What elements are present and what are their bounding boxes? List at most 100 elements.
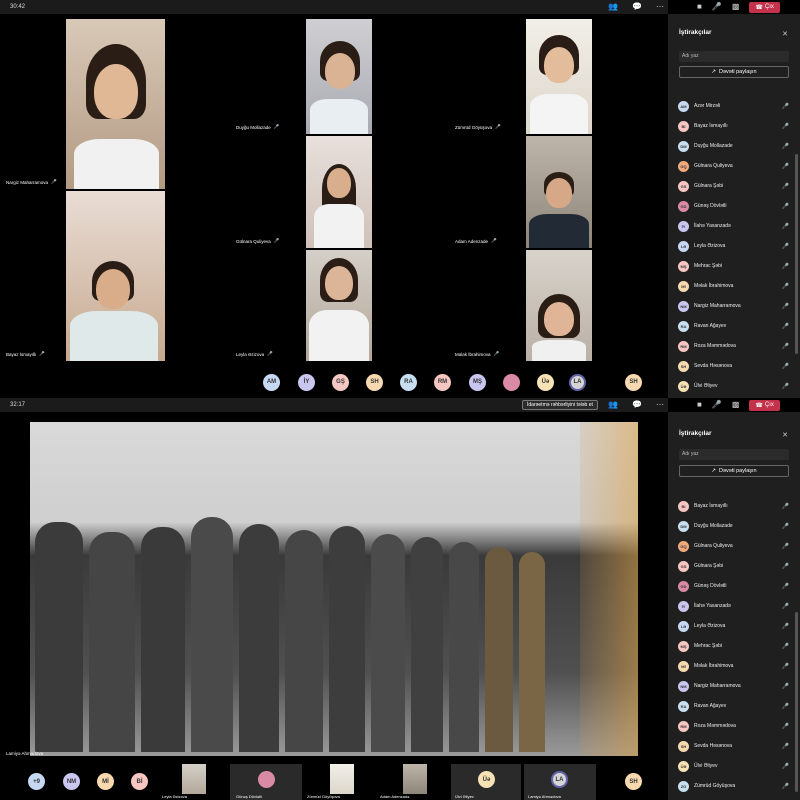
participant-avatar[interactable]: RA (400, 373, 417, 391)
video-tile[interactable]: Duyğu Mollazade 🎤 (230, 17, 447, 134)
list-item[interactable]: MŞ Mehrac Şəbi 🎤 (678, 258, 793, 274)
camera-icon[interactable]: ■ (697, 401, 702, 409)
share-screen-icon[interactable]: ▩ (732, 3, 740, 11)
list-item[interactable]: GQ Gülnara Quliyeva 🎤 (678, 538, 793, 554)
list-item[interactable]: RM Roza Məmmədova 🎤 (678, 338, 793, 354)
participant-avatar[interactable]: AM (263, 373, 280, 391)
close-icon[interactable]: ✕ (782, 431, 788, 439)
list-item[interactable]: BI Bayaz İsmayıllı 🎤 (678, 498, 793, 514)
participants-icon[interactable]: 👥 (608, 3, 618, 11)
list-item[interactable]: GS Gülnara Şəbi 🎤 (678, 178, 793, 194)
scrollbar[interactable] (795, 612, 798, 792)
video-tile[interactable]: Zümrüd Göyüşova (305, 764, 375, 800)
muted-mic-icon: 🎤 (781, 763, 789, 770)
more-options-icon[interactable]: ⋯ (656, 401, 664, 409)
participant-avatar[interactable]: SH (366, 373, 383, 391)
video-tile[interactable]: Leyla Əzizova (160, 764, 226, 800)
scrollbar[interactable] (795, 154, 798, 354)
list-item[interactable]: İY İlahə Yaxanzadə 🎤 (678, 598, 793, 614)
list-item[interactable]: GD Günəş Dövlətli 🎤 (678, 198, 793, 214)
participant-name: Adam Adenzadə (380, 794, 410, 799)
participant-avatar[interactable]: SH (625, 773, 642, 790)
video-tile[interactable]: Zümrüd Göyüşova 🎤 (449, 17, 668, 134)
participants-icon[interactable]: 👥 (608, 401, 618, 409)
video-tile[interactable]: Adam Adenzade 🎤 (449, 136, 668, 248)
list-item[interactable]: LƏ Leyla Əzizova 🎤 (678, 618, 793, 634)
video-tile[interactable]: Leyla Əzizova 🎤 (230, 250, 447, 361)
participant-avatar[interactable]: GŞ (332, 373, 349, 391)
close-icon[interactable]: ✕ (782, 30, 788, 38)
list-item[interactable]: GQ Gülnara Quliyeva 🎤 (678, 158, 793, 174)
list-item[interactable]: DM Duyğu Mollazade 🎤 (678, 518, 793, 534)
participant-avatar[interactable]: Bİ (131, 773, 148, 790)
mic-icon[interactable]: 🎤 (712, 3, 722, 11)
camera-icon[interactable]: ■ (697, 3, 702, 11)
list-item[interactable]: Mİ Məlak İbrahimova 🎤 (678, 658, 793, 674)
mic-icon[interactable]: 🎤 (712, 401, 722, 409)
muted-mic-icon: 🎤 (781, 163, 789, 170)
list-item[interactable]: NM Nargiz Maharramova 🎤 (678, 678, 793, 694)
muted-mic-icon: 🎤 (781, 783, 789, 790)
chat-icon[interactable]: 💬 (632, 401, 642, 409)
top-toolbar-controls: 👥 💬 ⋯ (608, 0, 664, 14)
video-tile[interactable]: Adam Adenzadə (378, 764, 448, 800)
share-invite-button[interactable]: ↗ Dəvəti paylaşın (679, 66, 789, 78)
participant-name: Gülnara Quliyeva (694, 163, 733, 169)
list-item[interactable]: RM Roza Məmmədova 🎤 (678, 718, 793, 734)
video-tile[interactable]: Gülnara Quliyeva 🎤 (230, 136, 447, 248)
video-tile[interactable]: Bayaz İsmayıllı 🎤 (0, 191, 228, 361)
participant-name: Günəş Dövlətli (694, 203, 727, 209)
participant-avatar-active[interactable]: LA (569, 373, 586, 391)
list-item[interactable]: DM Duyğu Mollazade 🎤 (678, 138, 793, 154)
leave-button[interactable]: ☎ Çıx (749, 399, 780, 411)
participant-avatar[interactable]: MŞ (469, 373, 486, 391)
participant-avatar[interactable] (503, 373, 520, 391)
list-item[interactable]: ÜƏ Ülvi Əliyev 🎤 (678, 378, 793, 394)
participant-avatar[interactable]: İY (298, 373, 315, 391)
video-tile[interactable]: Üə Ülvi Əliyev (451, 764, 521, 800)
video-tile-active[interactable]: LA Lamiyə Ahmədova (524, 764, 596, 800)
list-item[interactable]: RA Ravan Ağayev 🎤 (678, 698, 793, 714)
list-item[interactable]: Mİ Məlak İbrahimova 🎤 (678, 278, 793, 294)
chat-icon[interactable]: 💬 (632, 3, 642, 11)
leave-label: Çıx (764, 4, 774, 10)
list-item[interactable]: AM Azər Mirzəli 🎤 (678, 98, 793, 114)
list-item[interactable]: SH Sevda Həsənova 🎤 (678, 358, 793, 374)
request-control-button[interactable]: İdarəetmə rəhbərliyini tələb et (522, 400, 598, 410)
participant-avatar[interactable]: RM (434, 373, 451, 391)
list-item[interactable]: GD Günəş Dövlətli 🎤 (678, 578, 793, 594)
participant-avatar[interactable]: SH (625, 373, 642, 391)
share-invite-button[interactable]: ↗ Dəvəti paylaşın (679, 465, 789, 477)
panel-title: İştirakçılar (679, 430, 712, 437)
search-input[interactable]: Adı yaz (679, 449, 789, 460)
participant-name: Zümrüd Göyüşova (307, 794, 340, 799)
list-item[interactable]: İY İlahə Yaxanzadə 🎤 (678, 218, 793, 234)
participant-name: Leyla Əzizova (694, 623, 726, 629)
search-input[interactable]: Adı yaz (679, 51, 789, 62)
list-item[interactable]: ÜƏ Ülvi Əliyev 🎤 (678, 758, 793, 774)
muted-mic-icon: 🎤 (781, 683, 789, 690)
list-item[interactable]: SH Sevda Həsənova 🎤 (678, 738, 793, 754)
muted-mic-icon: 🎤 (781, 123, 789, 130)
avatar: RA (678, 700, 689, 712)
video-tile[interactable]: Malak İbrahimova 🎤 (449, 250, 668, 361)
list-item[interactable]: MŞ Mehrac Şəbi 🎤 (678, 638, 793, 654)
leave-button[interactable]: ☎ Çıx (749, 1, 780, 13)
list-item[interactable]: ZG Zümrüd Göyüşova 🎤 (678, 778, 793, 794)
more-participants-count[interactable]: +9 (28, 773, 45, 790)
video-tile[interactable]: Günəş Dövlətli (230, 764, 302, 800)
list-item[interactable]: NM Nargiz Maharramova 🎤 (678, 298, 793, 314)
list-item[interactable]: BI Bayaz İsmayıllı 🎤 (678, 118, 793, 134)
participant-name: Bayaz İsmayıllı (694, 503, 728, 509)
participant-avatar[interactable]: Mİ (97, 773, 114, 790)
participant-avatar[interactable]: Üə (537, 373, 554, 391)
participant-avatar[interactable]: NM (63, 773, 80, 790)
list-item[interactable]: GS Gülnara Şəbi 🎤 (678, 558, 793, 574)
share-screen-icon[interactable]: ▩ (732, 401, 740, 409)
list-item[interactable]: RA Ravan Ağayev 🎤 (678, 318, 793, 334)
list-item[interactable]: LƏ Leyla Əzizova 🎤 (678, 238, 793, 254)
video-tile[interactable]: Nargiz Maharramova 🎤 (0, 17, 228, 189)
more-options-icon[interactable]: ⋯ (656, 3, 664, 11)
muted-mic-icon: 🎤 (51, 179, 57, 184)
avatar: LƏ (678, 240, 689, 252)
